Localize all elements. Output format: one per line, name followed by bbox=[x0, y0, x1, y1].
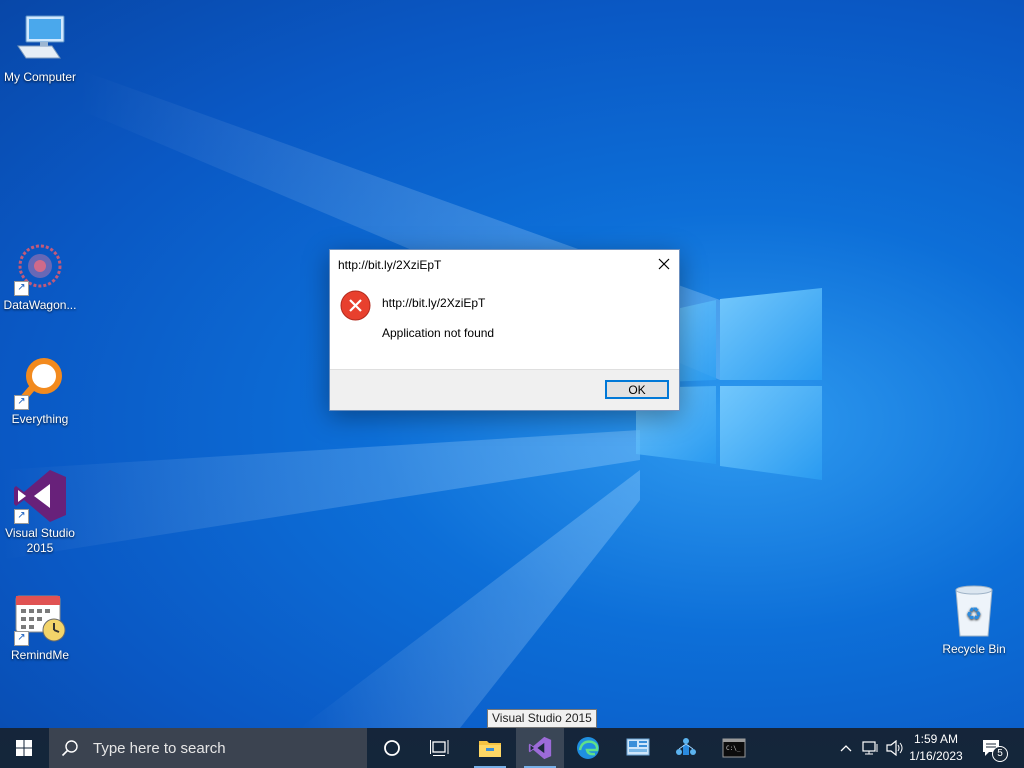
desktop-icon-visual-studio[interactable]: ↗ Visual Studio 2015 bbox=[0, 468, 80, 556]
error-icon bbox=[340, 290, 371, 321]
chevron-up-icon bbox=[840, 745, 852, 752]
volume-tray-button[interactable] bbox=[884, 728, 906, 768]
taskbar-network-app[interactable] bbox=[662, 728, 710, 768]
desktop-icon-label: RemindMe bbox=[10, 648, 70, 662]
show-hidden-icons-button[interactable] bbox=[836, 728, 856, 768]
dialog-message-url: http://bit.ly/2XziEpT bbox=[382, 296, 486, 310]
notification-count-badge: 5 bbox=[992, 746, 1008, 762]
shortcut-arrow-icon: ↗ bbox=[14, 281, 29, 296]
desktop-icon-label: DataWagon... bbox=[3, 298, 77, 312]
task-view-button[interactable] bbox=[416, 728, 464, 768]
taskbar-tooltip: Visual Studio 2015 bbox=[487, 709, 597, 728]
visual-studio-icon: ↗ bbox=[12, 468, 68, 524]
taskbar: Type here to search C:\_ 1:59 AM 1/16/20… bbox=[0, 728, 1024, 768]
control-panel-icon bbox=[626, 738, 650, 756]
search-placeholder: Type here to search bbox=[93, 739, 226, 757]
taskbar-file-explorer[interactable] bbox=[466, 728, 514, 768]
desktop-icon-remindme[interactable]: ↗ RemindMe bbox=[0, 590, 80, 663]
datawagon-icon: ↗ bbox=[12, 240, 68, 296]
cortana-button[interactable] bbox=[368, 728, 416, 768]
desktop-icon-label: My Computer bbox=[3, 70, 77, 84]
calendar-clock-icon: ↗ bbox=[12, 590, 68, 646]
computer-icon bbox=[12, 12, 68, 68]
svg-text:♻: ♻ bbox=[966, 604, 982, 625]
recycle-bin-icon: ♻ bbox=[946, 584, 1002, 640]
action-center-button[interactable]: 5 bbox=[972, 728, 1012, 768]
shortcut-arrow-icon: ↗ bbox=[14, 395, 29, 410]
desktop-icon-datawagon[interactable]: ↗ DataWagon... bbox=[0, 240, 80, 313]
search-icon bbox=[61, 740, 78, 757]
desktop-icon-label: Recycle Bin bbox=[942, 642, 1006, 656]
terminal-icon: C:\_ bbox=[722, 738, 746, 758]
visual-studio-icon bbox=[528, 736, 552, 760]
ok-button[interactable]: OK bbox=[605, 380, 669, 399]
edge-icon bbox=[577, 737, 599, 759]
desktop-icon-label: Everything bbox=[11, 412, 69, 426]
taskbar-visual-studio[interactable] bbox=[516, 728, 564, 768]
start-button[interactable] bbox=[0, 728, 48, 768]
dialog-footer: OK bbox=[330, 369, 679, 410]
shortcut-arrow-icon: ↗ bbox=[14, 631, 29, 646]
clock-time: 1:59 AM bbox=[913, 732, 959, 746]
tray-clock[interactable]: 1:59 AM 1/16/2023 bbox=[906, 731, 966, 765]
taskbar-terminal[interactable]: C:\_ bbox=[710, 728, 758, 768]
svg-text:C:\_: C:\_ bbox=[726, 745, 741, 752]
desktop-icon-everything[interactable]: ↗ Everything bbox=[0, 354, 80, 427]
cortana-icon bbox=[384, 740, 400, 756]
everything-search-icon: ↗ bbox=[12, 354, 68, 410]
clock-date: 1/16/2023 bbox=[909, 749, 963, 763]
speaker-icon bbox=[886, 740, 903, 756]
windows-start-icon bbox=[16, 740, 32, 756]
taskbar-control-panel[interactable] bbox=[614, 728, 662, 768]
task-view-icon bbox=[430, 740, 449, 756]
shortcut-arrow-icon: ↗ bbox=[14, 509, 29, 524]
network-icon bbox=[862, 741, 878, 755]
dialog-title: http://bit.ly/2XziEpT bbox=[338, 258, 442, 272]
taskbar-search-box[interactable]: Type here to search bbox=[49, 728, 367, 768]
network-app-icon bbox=[676, 738, 696, 755]
taskbar-edge[interactable] bbox=[564, 728, 612, 768]
desktop-icon-my-computer[interactable]: My Computer bbox=[0, 12, 80, 85]
error-dialog: http://bit.ly/2XziEpT http://bit.ly/2Xzi… bbox=[329, 249, 680, 411]
network-tray-button[interactable] bbox=[860, 728, 882, 768]
file-explorer-icon bbox=[479, 741, 501, 757]
dialog-body: http://bit.ly/2XziEpT Application not fo… bbox=[330, 280, 679, 370]
desktop-icon-label: Visual Studio 2015 bbox=[5, 526, 75, 555]
close-icon bbox=[658, 258, 670, 270]
desktop-icon-recycle-bin[interactable]: ♻ Recycle Bin bbox=[934, 584, 1014, 657]
dialog-message-text: Application not found bbox=[382, 326, 495, 340]
dialog-close-button[interactable] bbox=[649, 250, 679, 278]
